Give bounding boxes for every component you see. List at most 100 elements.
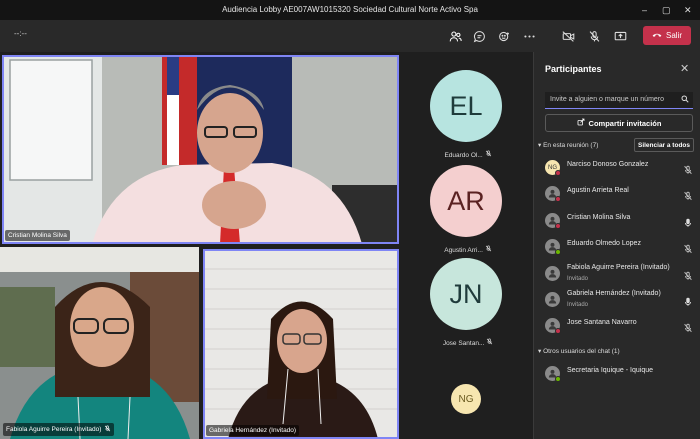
avatar (545, 212, 561, 229)
minimize-icon[interactable]: – (642, 0, 647, 20)
participant-row[interactable]: Agustin Arrieta Real (534, 182, 700, 206)
video-tile-gabriela[interactable]: Gabriela Hernández (Invitado) (203, 249, 399, 439)
muted-mic-icon[interactable] (683, 188, 693, 201)
avatar (545, 318, 561, 335)
avatar (545, 265, 560, 281)
in-meeting-section-header[interactable]: ▾ En esta reunión (7) (538, 141, 598, 149)
video-name-label: Cristian Molina Silva (8, 232, 67, 239)
mute-all-label: Silenciar a todos (637, 141, 691, 149)
participants-icon[interactable] (445, 26, 465, 46)
mic-on-icon[interactable] (683, 294, 693, 306)
presence-status-icon (555, 376, 561, 382)
muted-mic-icon (485, 245, 492, 254)
maximize-icon[interactable]: ▢ (662, 0, 671, 20)
person-icon (548, 269, 557, 278)
participant-name: Eduardo Olmedo Lopez (567, 240, 641, 248)
video-tile-fabiola[interactable]: Fabiola Aguirre Pereira (Invitado) (0, 247, 199, 439)
avatar-initials: NG (458, 393, 474, 405)
video-feed-gabriela (203, 249, 399, 439)
participant-name: Secretaria Iquique - Iquique (567, 367, 653, 374)
share-icon (577, 118, 585, 128)
participant-row[interactable]: Eduardo Olmedo Lopez (534, 235, 700, 259)
mic-on-icon[interactable] (683, 215, 693, 227)
participant-role: Invitado (567, 275, 589, 282)
close-panel-icon[interactable]: ✕ (680, 62, 689, 75)
avatar-name: Eduardo Ol... (403, 150, 533, 159)
participant-name: Agustin Arrieta Real (567, 187, 629, 195)
in-meeting-label: En esta reunión (7) (543, 142, 599, 149)
video-feed-fabiola (0, 247, 199, 439)
avatar-name: Jose Santan... (403, 338, 533, 347)
muted-mic-icon[interactable] (683, 162, 693, 175)
invite-search-input[interactable]: Invite a alguien o marque un número (545, 92, 693, 109)
participant-name: Gabriela Hernández (Invitado) (567, 290, 661, 297)
video-feed-cristian (2, 55, 399, 244)
presence-status-icon (555, 328, 561, 335)
muted-mic-icon (485, 150, 492, 159)
video-stage: Cristian Molina Silva Fabiola Aguirre Pe… (0, 52, 533, 439)
close-icon[interactable]: ✕ (684, 0, 692, 20)
participant-name: Fabiola Aguirre Pereira (Invitado) (567, 263, 670, 271)
presence-status-icon (555, 222, 561, 229)
participant-row[interactable]: Cristian Molina Silva (534, 209, 700, 233)
muted-mic-icon[interactable] (683, 268, 693, 280)
panel-title: Participantes (545, 64, 602, 74)
participant-name: Jose Santana Navarro (567, 319, 637, 327)
presence-status-icon (555, 196, 561, 203)
more-options-icon[interactable] (519, 26, 539, 46)
avatar (545, 292, 560, 307)
video-tile-cristian[interactable]: Cristian Molina Silva (2, 55, 399, 244)
participant-row[interactable]: Secretaria Iquique - Iquique (534, 362, 700, 386)
title-bar: Audiencia Lobby AE007AW1015320 Sociedad … (0, 0, 700, 20)
avatar (545, 366, 561, 382)
participant-name: Narciso Donoso Gonzalez (567, 161, 649, 168)
video-name-label: Gabriela Hernández (Invitado) (209, 427, 297, 434)
avatar-initials: EL (449, 90, 483, 121)
muted-mic-icon[interactable] (683, 320, 693, 333)
chat-icon[interactable] (469, 26, 489, 46)
leave-button[interactable]: Salir (643, 26, 691, 45)
avatar-jose[interactable]: JN (430, 258, 502, 330)
share-invite-button[interactable]: Compartir invitación (545, 114, 693, 132)
reactions-icon[interactable] (494, 26, 514, 46)
avatar-name: Agustin Arri... (403, 245, 533, 254)
avatar-agustin[interactable]: AR (430, 165, 502, 237)
video-name-tag: Gabriela Hernández (Invitado) (206, 425, 300, 436)
avatar-narciso[interactable]: NG (451, 384, 481, 414)
meeting-timer: --:-- (14, 29, 27, 38)
camera-off-icon[interactable] (558, 26, 578, 46)
muted-mic-icon (104, 425, 111, 434)
participant-row[interactable]: Gabriela Hernández (Invitado) Invitado (534, 288, 700, 312)
avatar-name-label: Jose Santan... (442, 340, 485, 347)
invite-placeholder: Invite a alguien o marque un número (550, 96, 665, 103)
presence-status-icon (555, 249, 561, 256)
presence-status-icon (555, 170, 561, 176)
avatar: NG (545, 160, 561, 176)
phone-hangup-icon (652, 31, 662, 40)
participant-row[interactable]: NG Narciso Donoso Gonzalez (534, 156, 700, 180)
avatar (545, 239, 561, 256)
meeting-toolbar: --:-- Salir (0, 20, 700, 52)
others-label: Otros usuarios del chat (1) (543, 348, 620, 355)
muted-mic-icon[interactable] (683, 241, 693, 254)
avatar-column: EL Eduardo Ol... AR Agustin Arri... JN J… (403, 52, 533, 439)
video-name-tag: Cristian Molina Silva (5, 230, 70, 241)
avatar-name-label: Agustin Arri... (444, 247, 483, 254)
search-icon (681, 95, 689, 105)
share-invite-label: Compartir invitación (588, 118, 662, 128)
mute-all-button[interactable]: Silenciar a todos (634, 138, 694, 152)
mic-off-icon[interactable] (584, 26, 604, 46)
share-screen-icon[interactable] (610, 26, 630, 46)
participant-role: Invitado (567, 302, 589, 308)
video-name-label: Fabiola Aguirre Pereira (Invitado) (6, 426, 102, 433)
window-title: Audiencia Lobby AE007AW1015320 Sociedad … (222, 5, 478, 14)
avatar-name-label: Eduardo Ol... (444, 152, 483, 159)
leave-label: Salir (665, 31, 682, 40)
avatar-eduardo[interactable]: EL (430, 70, 502, 142)
participant-row[interactable]: Jose Santana Navarro (534, 314, 700, 338)
others-section-header[interactable]: ▾ Otros usuarios del chat (1) (538, 347, 620, 355)
muted-mic-icon (486, 338, 493, 347)
participant-row[interactable]: Fabiola Aguirre Pereira (Invitado) Invita… (534, 262, 700, 286)
video-name-tag: Fabiola Aguirre Pereira (Invitado) (3, 423, 115, 436)
person-icon (548, 295, 557, 304)
